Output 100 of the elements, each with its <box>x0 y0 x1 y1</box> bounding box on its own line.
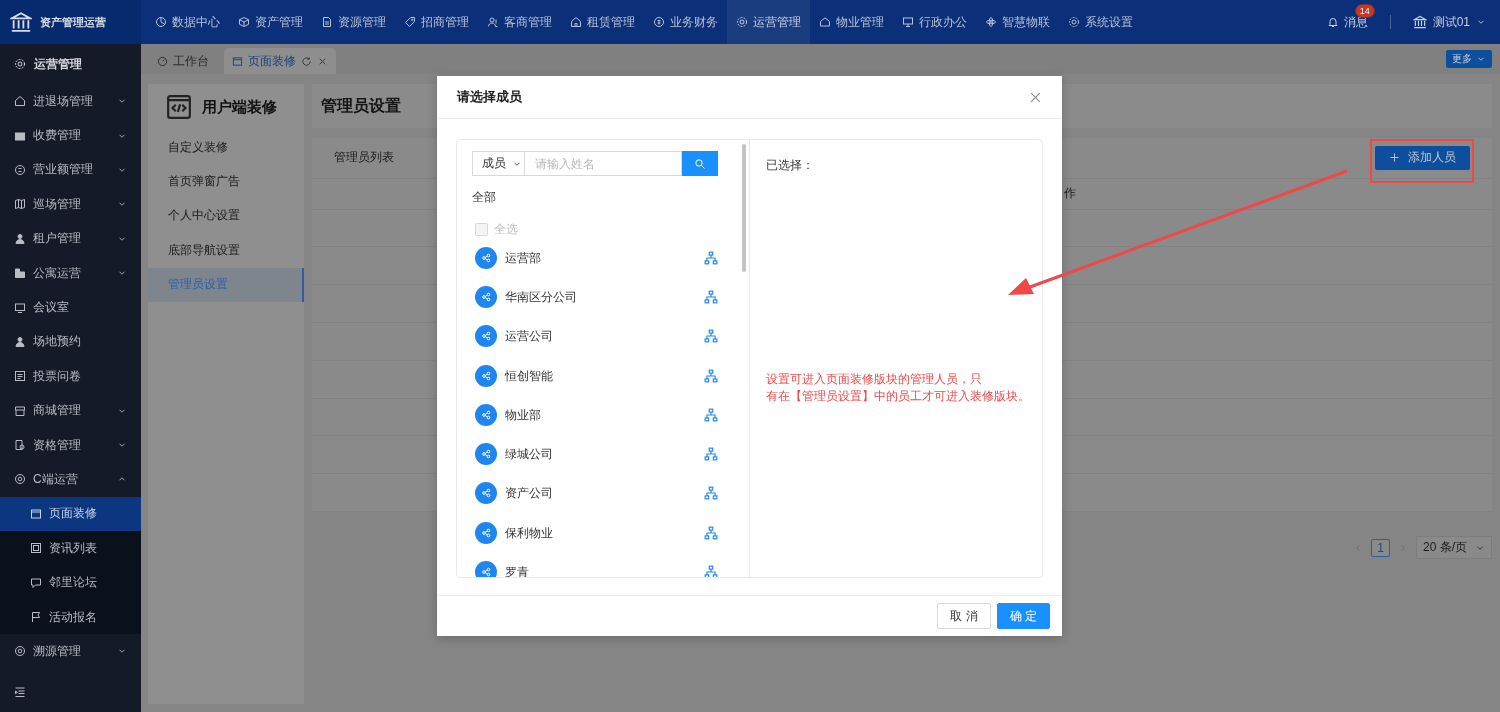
sidebar-subitem[interactable]: 邻里论坛 <box>0 565 141 600</box>
person-icon <box>14 232 26 245</box>
share-nodes-icon <box>480 369 492 382</box>
sidebar-item[interactable]: 溯源管理 <box>0 634 141 669</box>
shop-icon <box>14 404 26 417</box>
gear-icon <box>736 16 748 28</box>
sidebar-item[interactable]: 公寓运营 <box>0 255 141 291</box>
nav-tab[interactable]: 资源管理 <box>312 0 395 44</box>
menu-item[interactable]: 自定义装修 <box>148 130 304 165</box>
sidebar-subitem[interactable]: 页面装修 <box>0 496 141 532</box>
image-icon <box>30 542 42 555</box>
nav-tab[interactable]: 数据中心 <box>146 0 229 44</box>
notification-badge: 14 <box>1354 3 1375 18</box>
org-chart-icon <box>704 525 718 540</box>
dashboard-icon <box>157 55 168 67</box>
nav-tab[interactable]: 招商管理 <box>395 0 478 44</box>
sidebar-item[interactable]: 巡场管理 <box>0 187 141 222</box>
share-nodes-icon <box>480 251 492 264</box>
nav-tab[interactable]: 客商管理 <box>478 0 561 44</box>
bell-icon <box>1326 16 1339 28</box>
bank-icon <box>1412 15 1427 29</box>
monitor-icon <box>902 16 914 28</box>
org-chart-icon <box>704 565 718 577</box>
nav-tab[interactable]: 行政办公 <box>893 0 976 44</box>
annotation-note: 设置可进入页面装修版块的管理人员，只 <box>766 371 983 388</box>
screen-icon <box>14 301 26 314</box>
plus-icon <box>1389 152 1400 164</box>
sidebar-item[interactable]: 进退场管理 <box>0 84 141 119</box>
nav-tab[interactable]: 业务财务 <box>644 0 727 44</box>
sidebar-item[interactable]: 场地预约 <box>0 324 141 360</box>
nav-tab[interactable]: 资产管理 <box>229 0 312 44</box>
sidebar-item[interactable]: 商城管理 <box>0 393 141 428</box>
org-chart-icon <box>704 447 718 462</box>
window-icon <box>30 507 42 520</box>
name-search-field[interactable]: 请输入姓名 <box>525 151 682 176</box>
list-title: 管理员列表 <box>334 149 394 167</box>
menu-item[interactable]: 底部导航设置 <box>148 233 304 268</box>
user-menu[interactable]: 测试01 <box>1432 13 1470 31</box>
more-button[interactable]: 更多 <box>1446 50 1492 68</box>
sidebar-subitem[interactable]: 资讯列表 <box>0 531 141 566</box>
add-member-button[interactable]: 添加人员 <box>1375 145 1470 170</box>
target-icon <box>14 473 26 486</box>
nav-tab[interactable]: 运营管理 <box>727 0 810 44</box>
selected-label: 已选择： <box>766 157 815 174</box>
org-name[interactable]: 华南区分公司 <box>505 289 577 304</box>
flag-icon <box>30 611 42 624</box>
sidebar-item[interactable]: 营业额管理 <box>0 152 141 188</box>
org-name[interactable]: 保利物业 <box>505 525 553 540</box>
menu-item[interactable]: 首页弹窗广告 <box>148 164 304 199</box>
org-name[interactable]: 恒创智能 <box>505 368 553 383</box>
org-chart-icon <box>704 329 718 344</box>
org-chart-icon <box>704 486 718 501</box>
coin-icon <box>653 16 665 28</box>
share-nodes-icon <box>480 526 492 539</box>
org-chart-icon <box>704 250 718 265</box>
share-nodes-icon <box>480 487 492 500</box>
atom-icon <box>985 16 997 28</box>
page-tab[interactable]: 工作台 <box>149 48 217 74</box>
collapse-menu-icon <box>14 686 26 698</box>
app-title: 资产管理运营 <box>40 14 106 30</box>
sidebar-item[interactable]: 投票问卷 <box>0 359 141 394</box>
select-all-label: 全选 <box>494 221 518 238</box>
scope-select[interactable]: 成员 <box>472 151 525 176</box>
sidebar-item[interactable]: C端运营 <box>0 462 141 497</box>
share-nodes-icon <box>480 566 492 577</box>
org-name[interactable]: 罗青 <box>505 565 529 577</box>
org-chart-icon <box>704 368 718 383</box>
person-icon <box>14 335 26 348</box>
cancel-button[interactable]: 取 消 <box>937 603 991 629</box>
org-name[interactable]: 资产公司 <box>505 486 553 501</box>
search-icon <box>694 157 706 170</box>
building-icon <box>14 267 26 280</box>
page-size-select[interactable]: 20 条/页 <box>1416 536 1492 559</box>
cube-icon <box>238 16 250 28</box>
nav-tab[interactable]: 系统设置 <box>1059 0 1142 44</box>
house-icon <box>14 95 26 108</box>
sidebar-item[interactable]: 会议室 <box>0 290 141 325</box>
org-chart-icon <box>704 289 718 304</box>
sidebar-item[interactable]: 收费管理 <box>0 118 141 153</box>
sidebar-item[interactable]: 租户管理 <box>0 221 141 256</box>
nav-tab[interactable]: 租赁管理 <box>561 0 644 44</box>
sidebar-item[interactable]: 资格管理 <box>0 427 141 463</box>
org-name[interactable]: 运营公司 <box>505 329 553 344</box>
org-name[interactable]: 运营部 <box>505 250 541 265</box>
house-icon <box>570 16 582 28</box>
search-button[interactable] <box>682 151 718 176</box>
panel-title: 用户端装修 <box>202 97 277 117</box>
menu-item[interactable]: 个人中心设置 <box>148 198 304 234</box>
gear-icon <box>1068 16 1080 28</box>
org-name[interactable]: 物业部 <box>505 407 541 422</box>
column-header: 作 <box>1064 185 1077 203</box>
tree-root-label: 全部 <box>472 189 497 206</box>
share-nodes-icon <box>480 290 492 303</box>
pie-chart-icon <box>155 16 167 28</box>
sidebar-subitem[interactable]: 活动报名 <box>0 599 141 635</box>
org-name[interactable]: 绿城公司 <box>505 447 553 462</box>
nav-tab[interactable]: 物业管理 <box>810 0 893 44</box>
share-nodes-icon <box>480 448 492 461</box>
nav-tab[interactable]: 智慧物联 <box>976 0 1059 44</box>
code-window-icon <box>166 94 192 120</box>
